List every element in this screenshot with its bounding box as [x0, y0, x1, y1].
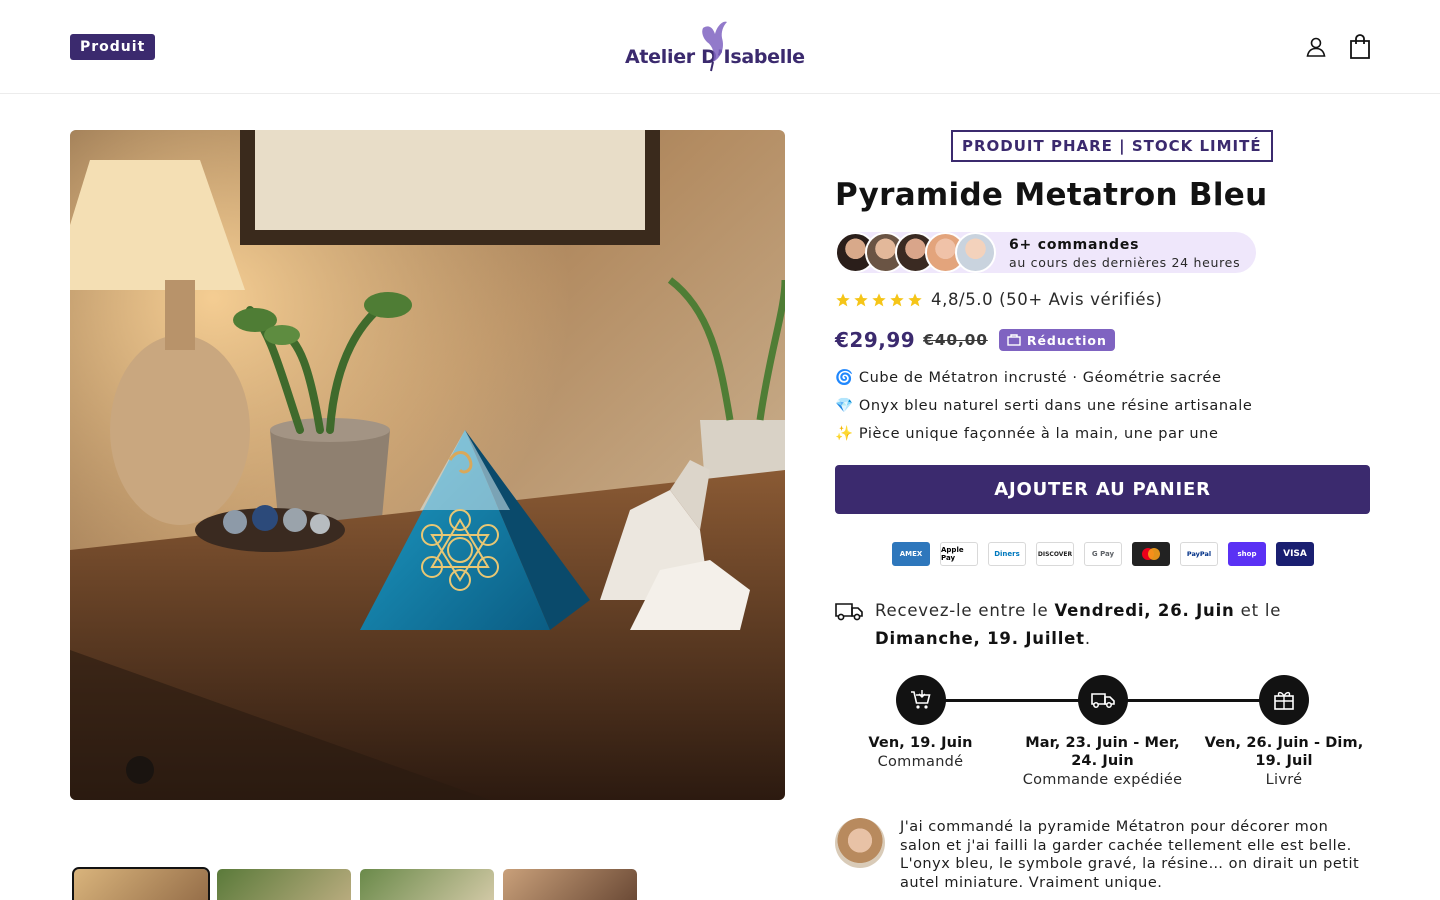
star-icon [890, 292, 904, 306]
compare-price: €40,00 [923, 331, 988, 349]
hummingbird-logo-icon [702, 21, 727, 72]
star-icon [872, 292, 886, 306]
star-icon [908, 292, 922, 306]
product-title: Pyramide Metatron Bleu [835, 177, 1268, 213]
payment-icons: AMEX Apple Pay Diners DISCOVER G Pay Pay… [892, 542, 1314, 566]
timeline-circle [1259, 675, 1309, 725]
discount-badge: Réduction [998, 329, 1115, 351]
delivery-prefix: Recevez-le entre le [875, 601, 1055, 620]
star-rating [835, 292, 923, 308]
star-icon [854, 292, 868, 306]
timeline-date: Mar, 23. Juin - Mer, 24. Juin [1025, 735, 1180, 769]
feature-item: 💎 Onyx bleu naturel serti dans une résin… [835, 398, 1253, 414]
thumbnail-strip [72, 867, 637, 900]
timeline-step-delivered: Ven, 26. Juin - Dim, 19. Juil Livré [1198, 675, 1370, 788]
thumbnail-1[interactable] [72, 867, 210, 900]
orders-count: 6+ commandes [1009, 237, 1140, 253]
recent-orders-pill: 6+ commandes au cours des dernières 24 h… [835, 232, 1256, 273]
timeline-step-shipped: Mar, 23. Juin - Mer, 24. Juin Commande e… [1017, 675, 1188, 788]
sale-price: €29,99 [835, 328, 916, 352]
thumbnail-2[interactable] [217, 869, 351, 900]
paypal-icon: PayPal [1180, 542, 1218, 566]
mastercard-icon [1132, 542, 1170, 566]
thumbnail-3[interactable] [360, 869, 494, 900]
produit-badge[interactable]: Produit [70, 34, 156, 60]
avatar [955, 232, 996, 273]
tag-icon [1007, 334, 1021, 346]
timeline-date: Ven, 19. Juin [868, 735, 973, 751]
diners-icon: Diners [988, 542, 1026, 566]
rating-text: 4,8/5.0 (50+ Avis vérifiés) [931, 290, 1163, 309]
featured-tag: PRODUIT PHARE | STOCK LIMITÉ [951, 130, 1273, 162]
feature-item: 🌀 Cube de Métatron incrusté · Géométrie … [835, 370, 1222, 386]
delivery-suffix: . [1084, 629, 1091, 648]
google-pay-icon: G Pay [1084, 542, 1122, 566]
star-icon [836, 292, 850, 306]
add-to-cart-button[interactable]: AJOUTER AU PANIER [835, 465, 1370, 514]
delivery-start-date: Vendredi, 26. Juin [1054, 601, 1235, 620]
cart-icon [910, 690, 931, 709]
product-main-image[interactable] [70, 130, 785, 800]
truck-icon [1090, 693, 1115, 708]
rating-row[interactable]: 4,8/5.0 (50+ Avis vérifiés) [835, 290, 1162, 309]
gift-icon [1274, 691, 1294, 710]
price-row: €29,99 €40,00 Réduction [835, 328, 1115, 352]
shipping-timeline: Ven, 19. Juin Commandé Mar, 23. Juin - M… [835, 675, 1370, 805]
timeline-circle [895, 675, 946, 725]
orders-period: au cours des dernières 24 heures [1009, 255, 1241, 270]
amex-icon: AMEX [892, 542, 930, 566]
delivery-text: Recevez-le entre le Vendredi, 26. Juin e… [875, 597, 1355, 653]
review-text: J'ai commandé la pyramide Métatron pour … [900, 819, 1360, 891]
account-icon[interactable] [1304, 35, 1328, 59]
truck-icon [835, 603, 863, 621]
apple-pay-icon: Apple Pay [940, 542, 978, 566]
feature-item: ✨ Pièce unique façonnée à la main, une p… [835, 426, 1219, 442]
shop-pay-icon: shop [1228, 542, 1266, 566]
delivery-end-date: Dimanche, 19. Juillet [875, 629, 1085, 648]
delivery-middle: et le [1234, 601, 1282, 620]
discount-label: Réduction [1026, 332, 1107, 348]
feature-list: 🌀 Cube de Métatron incrusté · Géométrie … [835, 368, 1252, 452]
customer-avatars [835, 232, 1005, 273]
timeline-label: Livré [1265, 772, 1303, 788]
reviewer-avatar [835, 818, 885, 868]
site-header: Produit Atelier D’Isabelle [0, 0, 1440, 94]
timeline-label: Commandé [877, 754, 964, 770]
product-photo [70, 130, 785, 800]
discover-icon: DISCOVER [1036, 542, 1074, 566]
timeline-label: Commande expédiée [1022, 772, 1183, 788]
mastercard-circles-icon [1142, 548, 1160, 560]
visa-icon: VISA [1276, 542, 1314, 566]
cart-icon[interactable] [1348, 34, 1372, 60]
thumbnail-4[interactable] [503, 869, 637, 900]
logo[interactable]: Atelier D’Isabelle [625, 18, 810, 74]
timeline-date: Ven, 26. Juin - Dim, 19. Juil [1204, 735, 1364, 769]
timeline-circle [1077, 675, 1128, 725]
timeline-step-ordered: Ven, 19. Juin Commandé [835, 675, 1006, 770]
